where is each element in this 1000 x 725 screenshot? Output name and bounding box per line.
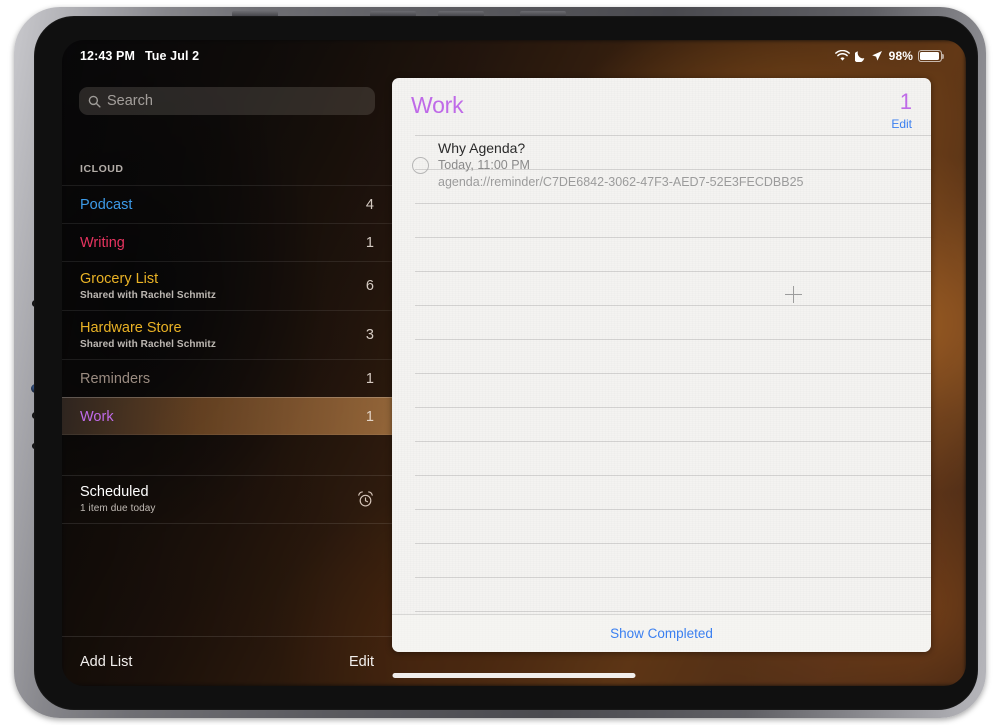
ruled-lines xyxy=(392,135,931,615)
reminder-note-url: agenda://reminder/C7DE6842-3062-47F3-AED… xyxy=(438,175,804,189)
sidebar-item-writing[interactable]: Writing 1 xyxy=(62,223,392,261)
wifi-icon xyxy=(834,50,850,61)
home-indicator[interactable] xyxy=(392,673,636,678)
sidebar-item-count: 1 xyxy=(365,408,374,425)
status-time: 12:43 PM xyxy=(80,49,135,63)
page-title: Work xyxy=(411,92,464,118)
sidebar-smart-list-group: Scheduled 1 item due today xyxy=(62,475,392,524)
search-placeholder: Search xyxy=(107,93,153,109)
detail-header: Work 1 Edit xyxy=(392,78,931,135)
plus-icon[interactable] xyxy=(785,286,802,303)
crescent-moon-icon xyxy=(854,51,864,62)
sidebar-item-count: 3 xyxy=(365,327,374,343)
edit-lists-button[interactable]: Edit xyxy=(349,654,374,670)
ipad-reminders-screenshot: 12:43 PM Tue Jul 2 98% Search ICLOUD Pod… xyxy=(0,0,1000,725)
sidebar-item-label: Writing xyxy=(80,234,125,251)
sidebar-toolbar: Add List Edit xyxy=(62,636,392,686)
sidebar-item-podcast[interactable]: Podcast 4 xyxy=(62,185,392,223)
sidebar: Search ICLOUD Podcast 4 Writing 1 Grocer… xyxy=(62,72,392,686)
reminder-checkbox[interactable] xyxy=(412,157,429,174)
status-bar: 12:43 PM Tue Jul 2 98% xyxy=(62,40,966,72)
sidebar-item-count: 1 xyxy=(365,234,374,251)
battery-percent: 98% xyxy=(888,49,913,63)
edit-button[interactable]: Edit xyxy=(891,117,912,131)
sidebar-item-subtitle: 1 item due today xyxy=(80,503,156,514)
reminder-count: 1 xyxy=(899,89,912,114)
sidebar-item-label: Hardware Store xyxy=(80,319,182,336)
battery-icon xyxy=(918,50,945,62)
reminder-due-date: Today, 11:00 PM xyxy=(438,158,530,172)
sidebar-item-hardware-store[interactable]: Hardware Store Shared with Rachel Schmit… xyxy=(62,310,392,359)
reminder-title: Why Agenda? xyxy=(438,140,526,156)
reminder-row[interactable]: Why Agenda? Today, 11:00 PM agenda://rem… xyxy=(392,137,931,189)
alarm-clock-icon xyxy=(358,491,373,507)
device-frame: 12:43 PM Tue Jul 2 98% Search ICLOUD Pod… xyxy=(14,7,986,718)
show-completed-label: Show Completed xyxy=(610,626,713,641)
location-arrow-icon xyxy=(871,51,882,61)
sidebar-item-subtitle: Shared with Rachel Schmitz xyxy=(80,338,216,350)
sidebar-item-label: Scheduled xyxy=(80,484,149,500)
search-icon xyxy=(88,95,101,108)
sidebar-item-label: Grocery List xyxy=(80,270,159,287)
sidebar-item-scheduled[interactable]: Scheduled 1 item due today xyxy=(62,475,392,524)
sidebar-item-count: 6 xyxy=(365,278,374,294)
add-list-button[interactable]: Add List xyxy=(80,654,132,670)
sidebar-section-header: ICLOUD xyxy=(80,163,124,175)
show-completed-button[interactable]: Show Completed xyxy=(392,614,931,652)
detail-pane: Work 1 Edit Why Agenda? Today, 11:00 PM … xyxy=(392,78,931,652)
sidebar-item-count: 1 xyxy=(365,370,374,387)
screen: 12:43 PM Tue Jul 2 98% Search ICLOUD Pod… xyxy=(62,40,966,686)
sidebar-item-label: Podcast xyxy=(80,196,133,213)
sidebar-item-subtitle: Shared with Rachel Schmitz xyxy=(80,289,216,301)
sidebar-item-label: Work xyxy=(80,408,114,425)
sidebar-list-group: Podcast 4 Writing 1 Grocery List Shared … xyxy=(62,185,392,435)
sidebar-item-count: 4 xyxy=(365,196,374,213)
search-input[interactable]: Search xyxy=(79,87,375,115)
status-date: Tue Jul 2 xyxy=(145,49,200,63)
sidebar-item-reminders[interactable]: Reminders 1 xyxy=(62,359,392,397)
sidebar-item-grocery-list[interactable]: Grocery List Shared with Rachel Schmitz … xyxy=(62,261,392,310)
sidebar-item-work[interactable]: Work 1 xyxy=(62,397,392,435)
sidebar-item-label: Reminders xyxy=(80,370,151,387)
